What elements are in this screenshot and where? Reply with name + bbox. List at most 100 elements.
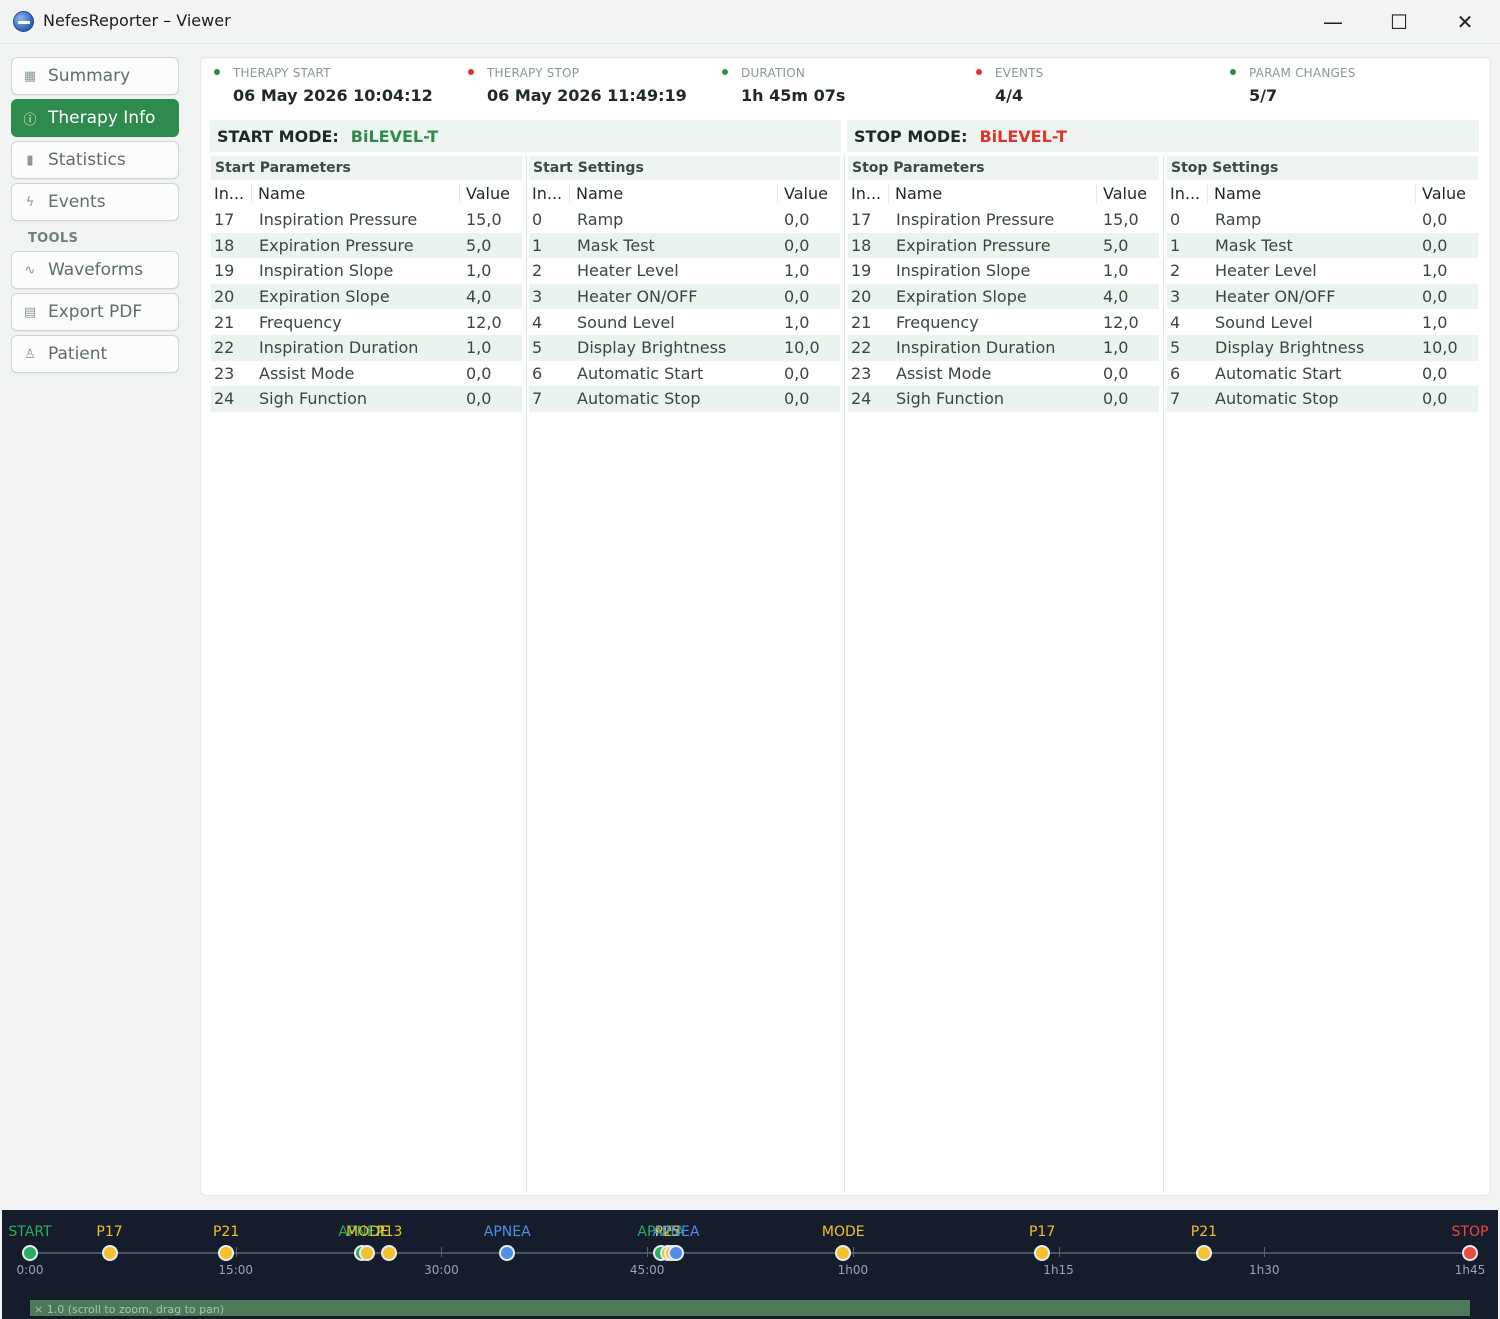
row-index: 1 — [532, 235, 543, 255]
timeline-event-marker[interactable] — [1034, 1245, 1051, 1261]
table-row[interactable]: 21 Frequency 12,0 — [848, 309, 1159, 335]
table-row[interactable]: 22 Inspiration Duration 1,0 — [848, 334, 1159, 361]
table-row[interactable]: 1 Mask Test 0,0 — [529, 232, 840, 259]
table-row[interactable]: 5 Display Brightness 10,0 — [529, 334, 840, 361]
table-row[interactable]: 3 Heater ON/OFF 0,0 — [1167, 283, 1478, 310]
table-row[interactable]: 0 Ramp 0,0 — [1167, 207, 1478, 233]
table-row[interactable]: 2 Heater Level 1,0 — [529, 258, 840, 284]
table-row[interactable]: 6 Automatic Start 0,0 — [529, 361, 840, 387]
row-index: 6 — [1170, 363, 1181, 383]
timeline-event-label: P17 — [1028, 1224, 1056, 1240]
nav-export-pdf-button[interactable]: ▤ Export PDF — [11, 293, 179, 331]
timeline-tick-label: 30:00 — [424, 1263, 459, 1277]
column-header-name[interactable]: Name — [251, 184, 459, 203]
table-row[interactable]: 1 Mask Test 0,0 — [1167, 232, 1478, 259]
title-bar: NefesReporter – Viewer — ☐ ✕ — [0, 0, 1500, 44]
row-value: 12,0 — [466, 312, 502, 332]
table-row[interactable]: 18 Expiration Pressure 5,0 — [211, 232, 522, 259]
stat-label: PARAM CHANGES — [1249, 66, 1356, 80]
table-row[interactable]: 22 Inspiration Duration 1,0 — [211, 334, 522, 361]
timeline-event-marker[interactable] — [1195, 1245, 1212, 1261]
minimize-button[interactable]: — — [1300, 0, 1366, 44]
table-row[interactable]: 20 Expiration Slope 4,0 — [848, 283, 1159, 310]
table-row[interactable]: 21 Frequency 12,0 — [211, 309, 522, 335]
row-index: 23 — [851, 363, 872, 383]
row-name: Sigh Function — [896, 389, 1005, 409]
stop-mode-value: BiLEVEL-T — [979, 126, 1067, 146]
column-header-name[interactable]: Name — [569, 184, 777, 203]
timeline-tick — [1058, 1247, 1060, 1257]
close-button[interactable]: ✕ — [1432, 0, 1498, 44]
row-value: 1,0 — [1103, 338, 1129, 358]
table-row[interactable]: 23 Assist Mode 0,0 — [848, 361, 1159, 387]
row-value: 1,0 — [466, 338, 492, 358]
column-header-index[interactable]: In... — [1167, 184, 1207, 203]
table-row[interactable]: 19 Inspiration Slope 1,0 — [211, 258, 522, 284]
table-row[interactable]: 17 Inspiration Pressure 15,0 — [848, 207, 1159, 233]
timeline-event-marker[interactable] — [835, 1245, 852, 1261]
row-name: Ramp — [577, 210, 624, 230]
column-header-index[interactable]: In... — [529, 184, 569, 203]
row-name: Ramp — [1215, 210, 1262, 230]
column-header-value[interactable]: Value — [459, 184, 521, 203]
nav-patient-button[interactable]: ♙ Patient — [11, 335, 179, 373]
table-row[interactable]: 7 Automatic Stop 0,0 — [1167, 386, 1478, 412]
status-dot — [468, 69, 474, 75]
nav-summary-button[interactable]: ▦ Summary — [11, 57, 179, 95]
column-header-value[interactable]: Value — [777, 184, 839, 203]
table-row[interactable]: 24 Sigh Function 0,0 — [211, 386, 522, 412]
table-row[interactable]: 5 Display Brightness 10,0 — [1167, 334, 1478, 361]
row-name: Sound Level — [577, 312, 675, 332]
nav-therapy-info-button[interactable]: ⓘ Therapy Info — [11, 99, 179, 137]
event-timeline[interactable]: 0:00 15:00 30:00 45:00 1h00 1h15 1h30 1h45 START… — [2, 1210, 1498, 1319]
timeline-event-marker[interactable] — [1462, 1245, 1478, 1261]
table-row[interactable]: 3 Heater ON/OFF 0,0 — [529, 283, 840, 310]
timeline-axis — [30, 1252, 1470, 1254]
stat-label: DURATION — [741, 66, 806, 80]
table-row[interactable]: 7 Automatic Stop 0,0 — [529, 386, 840, 412]
timeline-event-marker[interactable] — [381, 1245, 398, 1261]
row-value: 1,0 — [1422, 261, 1448, 281]
column-header-name[interactable]: Name — [1207, 184, 1415, 203]
nav-events-button[interactable]: ϟ Events — [11, 183, 179, 221]
timeline-scrollbar[interactable]: × 1.0 (scroll to zoom, drag to pan) — [30, 1300, 1470, 1316]
table-row[interactable]: 23 Assist Mode 0,0 — [211, 361, 522, 387]
stat-value: 06 May 2026 11:49:19 — [487, 86, 687, 105]
table-row[interactable]: 20 Expiration Slope 4,0 — [211, 283, 522, 310]
column-header-value[interactable]: Value — [1096, 184, 1158, 203]
zoom-hint: × 1.0 (scroll to zoom, drag to pan) — [34, 1303, 225, 1316]
column-header-index[interactable]: In... — [848, 184, 888, 203]
table-row[interactable]: 4 Sound Level 1,0 — [529, 309, 840, 335]
table-title: Stop Settings — [1167, 156, 1478, 180]
column-header-value[interactable]: Value — [1415, 184, 1477, 203]
stat-value: 5/7 — [1249, 86, 1278, 105]
timeline-event-marker[interactable] — [22, 1245, 38, 1261]
timeline-event-marker[interactable] — [101, 1245, 118, 1261]
timeline-event-marker[interactable] — [359, 1245, 376, 1261]
maximize-button[interactable]: ☐ — [1366, 0, 1432, 44]
table-row[interactable]: 24 Sigh Function 0,0 — [848, 386, 1159, 412]
nav-waveforms-button[interactable]: ∿ Waveforms — [11, 251, 179, 289]
stat-value: 06 May 2026 10:04:12 — [233, 86, 433, 105]
table-row[interactable]: 4 Sound Level 1,0 — [1167, 309, 1478, 335]
row-index: 2 — [1170, 261, 1181, 281]
table-row[interactable]: 6 Automatic Start 0,0 — [1167, 361, 1478, 387]
timeline-event-marker[interactable] — [218, 1245, 235, 1261]
timeline-tick-label: 45:00 — [629, 1263, 665, 1277]
column-header-index[interactable]: In... — [211, 184, 251, 203]
table-row[interactable]: 19 Inspiration Slope 1,0 — [848, 258, 1159, 284]
row-value: 15,0 — [466, 210, 502, 230]
timeline-tick — [1264, 1247, 1266, 1257]
table-row[interactable]: 18 Expiration Pressure 5,0 — [848, 232, 1159, 259]
row-value: 0,0 — [1422, 363, 1448, 383]
table-row[interactable]: 17 Inspiration Pressure 15,0 — [211, 207, 522, 233]
column-header-name[interactable]: Name — [888, 184, 1096, 203]
table-row[interactable]: 0 Ramp 0,0 — [529, 207, 840, 233]
table-row[interactable]: 2 Heater Level 1,0 — [1167, 258, 1478, 284]
row-index: 21 — [851, 312, 872, 332]
nav-summary-label: Summary — [48, 66, 131, 86]
nav-statistics-button[interactable]: ▮ Statistics — [11, 141, 179, 179]
timeline-event-marker[interactable] — [499, 1245, 516, 1261]
start-parameters-table: Start Parameters In... Name Value 17 Inspirat… — [211, 156, 522, 1192]
timeline-event-marker[interactable] — [667, 1245, 684, 1261]
